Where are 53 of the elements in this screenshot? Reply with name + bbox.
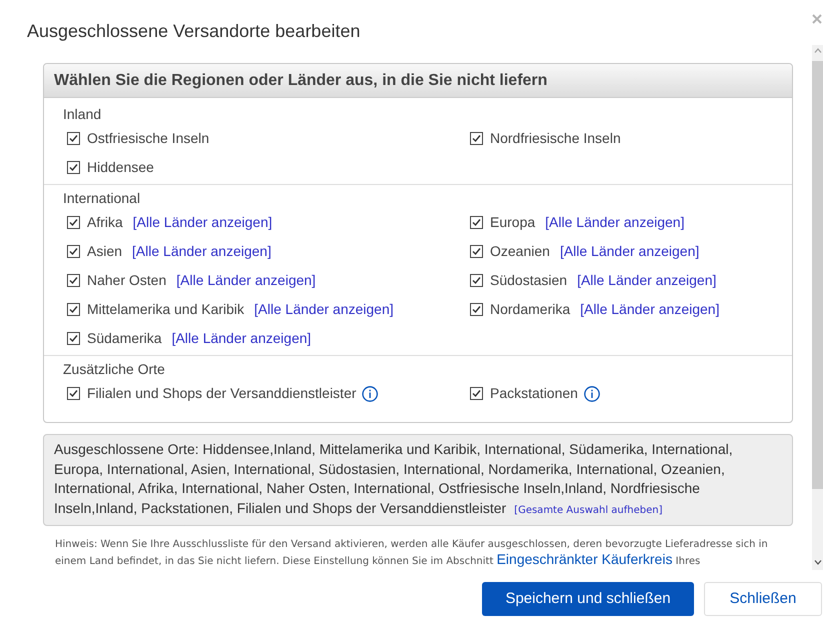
- checkbox-label[interactable]: Nordamerika: [490, 299, 570, 320]
- dialog-title: Ausgeschlossene Versandorte bearbeiten: [27, 20, 360, 42]
- restricted-buyers-link[interactable]: Eingeschränkter Käuferkreis: [496, 551, 672, 567]
- checkbox[interactable]: [470, 132, 483, 145]
- hint-text: Hinweis: Wenn Sie Ihre Ausschlussliste für den Versand aktivieren, werden alle Käufer ausgeschlossen, deren bevorzugte Lieferadresse sich in einem Land befindet, in das Sie nicht liefern. Diese Einstellung können Sie im Abschnitt Eingeschränkter Käuferkreis Ihres: [54, 538, 769, 569]
- info-icon[interactable]: [584, 386, 600, 402]
- show-all-countries-link[interactable]: [Alle Länder anzeigen]: [254, 299, 394, 320]
- checkbox-label[interactable]: Südostasien: [490, 270, 568, 291]
- section-label: International: [63, 189, 140, 207]
- checkbox-label[interactable]: Afrika: [87, 212, 123, 233]
- scrollbar-track[interactable]: [812, 45, 823, 570]
- show-all-countries-link[interactable]: [Alle Länder anzeigen]: [172, 328, 312, 349]
- checkbox-label[interactable]: Ozeanien: [490, 241, 550, 262]
- scrollbar-thumb[interactable]: [812, 61, 823, 489]
- info-icon[interactable]: [362, 386, 378, 402]
- checkbox[interactable]: [470, 216, 483, 229]
- checkbox[interactable]: [67, 216, 80, 229]
- scroll-down-icon[interactable]: [814, 560, 822, 565]
- checkbox-label[interactable]: Europa: [490, 212, 536, 233]
- panel-heading: Wählen Sie die Regionen oder Länder aus, in die Sie nicht liefern: [54, 70, 548, 90]
- checkbox[interactable]: [67, 274, 80, 287]
- checkbox[interactable]: [470, 303, 483, 316]
- checkbox-label[interactable]: Asien: [87, 241, 122, 262]
- save-and-close-button[interactable]: Speichern und schließen: [482, 582, 694, 616]
- close-button[interactable]: Schließen: [704, 582, 822, 616]
- section-label: Zusätzliche Orte: [63, 360, 165, 378]
- checkbox[interactable]: [67, 387, 80, 400]
- show-all-countries-link[interactable]: [Alle Länder anzeigen]: [132, 241, 272, 262]
- excluded-locations-text: Ausgeschlossene Orte: Hiddensee,Inland, Mittelamerika und Karibik, International, Südamerika, International, Europa, International, Asien, International, Südostasien, International, Nordamerika, International, Ozeanien, International, Afrika, International, Naher Osten, International, Ostfriesische Inseln,Inland, Nordfriesische Inseln,Inland, Packstationen, Filialen und Shops der Versanddienstleister [Gesamte Auswahl aufheben]: [54, 440, 734, 518]
- checkbox[interactable]: [67, 332, 80, 345]
- checkbox-label[interactable]: Filialen und Shops der Versanddienstleister: [87, 383, 356, 404]
- checkbox-label[interactable]: Mittelamerika und Karibik: [87, 299, 244, 320]
- checkbox[interactable]: [470, 274, 483, 287]
- checkbox-label[interactable]: Naher Osten: [87, 270, 166, 291]
- show-all-countries-link[interactable]: [Alle Länder anzeigen]: [580, 299, 720, 320]
- checkbox[interactable]: [470, 387, 483, 400]
- section-label: Inland: [63, 105, 102, 123]
- show-all-countries-link[interactable]: [Alle Länder anzeigen]: [560, 241, 700, 262]
- checkbox[interactable]: [67, 245, 80, 258]
- show-all-countries-link[interactable]: [Alle Länder anzeigen]: [132, 212, 272, 233]
- show-all-countries-link[interactable]: [Alle Länder anzeigen]: [577, 270, 716, 291]
- show-all-countries-link[interactable]: [Alle Länder anzeigen]: [176, 270, 316, 291]
- checkbox-label[interactable]: Südamerika: [87, 328, 162, 349]
- checkbox[interactable]: [470, 245, 483, 258]
- checkbox[interactable]: [67, 132, 80, 145]
- checkbox-label[interactable]: Nordfriesische Inseln: [490, 128, 621, 149]
- clear-selection-link[interactable]: [Gesamte Auswahl aufheben]: [514, 504, 663, 516]
- checkbox[interactable]: [67, 303, 80, 316]
- checkbox-label[interactable]: Ostfriesische Inseln: [87, 128, 210, 149]
- show-all-countries-link[interactable]: [Alle Länder anzeigen]: [545, 212, 684, 233]
- checkbox-label[interactable]: Packstationen: [490, 383, 578, 404]
- checkbox-label[interactable]: Hiddensee: [87, 157, 154, 178]
- checkbox[interactable]: [67, 161, 80, 174]
